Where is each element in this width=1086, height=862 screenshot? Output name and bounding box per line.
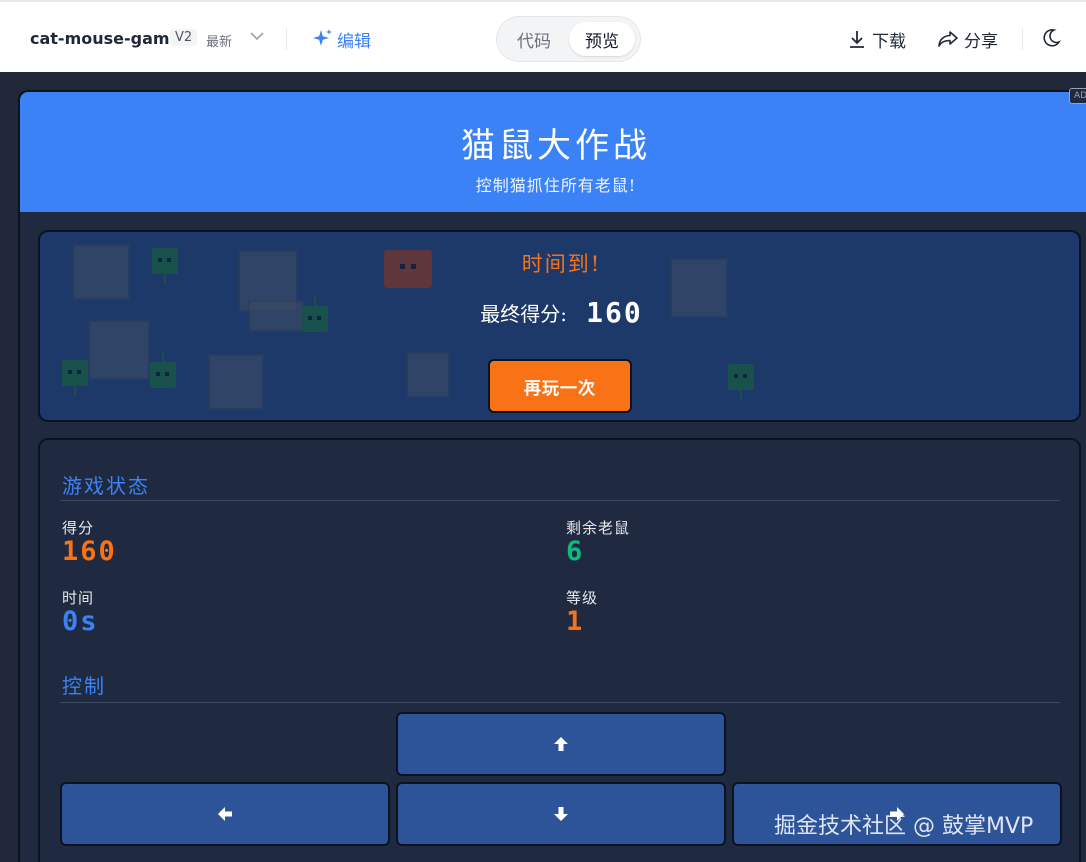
remaining-mice-label: 剩余老鼠 bbox=[566, 519, 631, 537]
version-badge: V2 bbox=[170, 29, 198, 46]
replay-button[interactable]: 再玩一次 bbox=[488, 359, 632, 413]
download-icon bbox=[850, 31, 864, 48]
move-up-button[interactable] bbox=[396, 712, 726, 776]
share-label: 分享 bbox=[964, 31, 998, 52]
game-subtitle: 控制猫抓住所有老鼠! bbox=[475, 176, 637, 195]
chevron-down-icon[interactable] bbox=[248, 27, 266, 45]
toolbar-divider bbox=[1022, 28, 1023, 50]
move-down-button[interactable] bbox=[396, 782, 726, 846]
time-up-message: 时间到! bbox=[521, 252, 602, 276]
top-toolbar: cat-mouse-game V2 最新 编辑 代码 预览 下载 分享 bbox=[0, 0, 1086, 72]
remaining-mice-value: 6 bbox=[566, 536, 585, 567]
sparkle-icon bbox=[313, 29, 332, 46]
score-label: 得分 bbox=[62, 519, 95, 537]
ad-badge[interactable]: AD bbox=[1069, 88, 1086, 104]
game-title: 猫鼠大作战 bbox=[461, 126, 651, 166]
section-divider bbox=[60, 500, 1060, 501]
tab-preview[interactable]: 预览 bbox=[569, 22, 635, 56]
section-divider bbox=[60, 702, 1060, 703]
move-left-button[interactable] bbox=[60, 782, 390, 846]
game-board[interactable]: 时间到! 最终得分: 160 再玩一次 bbox=[38, 230, 1081, 422]
arrow-left-icon bbox=[218, 807, 232, 821]
edit-button[interactable]: 编辑 bbox=[312, 26, 371, 52]
final-score-label: 最终得分: bbox=[480, 302, 568, 326]
game-header: 猫鼠大作战 控制猫抓住所有老鼠! bbox=[20, 92, 1086, 212]
share-button[interactable]: 分享 bbox=[936, 26, 998, 52]
toolbar-divider bbox=[286, 28, 287, 50]
download-label: 下载 bbox=[872, 31, 906, 52]
level-value: 1 bbox=[566, 606, 585, 637]
status-section-title: 游戏状态 bbox=[62, 474, 150, 498]
arrow-up-icon bbox=[554, 737, 568, 751]
watermark: 掘金技术社区 @ 鼓掌MVP bbox=[774, 814, 1034, 839]
download-button[interactable]: 下载 bbox=[846, 26, 906, 52]
project-name: cat-mouse-game bbox=[30, 29, 181, 48]
moon-icon[interactable] bbox=[1040, 27, 1062, 49]
time-value: 0s bbox=[62, 606, 99, 637]
view-toggle: 代码 预览 bbox=[496, 16, 641, 62]
version-status: 最新 bbox=[206, 35, 233, 50]
final-score-value: 160 bbox=[586, 296, 643, 329]
time-label: 时间 bbox=[62, 589, 95, 607]
share-icon bbox=[938, 31, 958, 47]
level-label: 等级 bbox=[566, 589, 599, 607]
status-panel: 游戏状态 得分 160 剩余老鼠 6 时间 0s 等级 1 控制 bbox=[38, 438, 1081, 862]
arrow-down-icon bbox=[554, 807, 568, 821]
controls-section-title: 控制 bbox=[62, 674, 106, 698]
final-score-row: 最终得分: 160 bbox=[40, 296, 1079, 329]
tab-code[interactable]: 代码 bbox=[501, 22, 567, 56]
score-value: 160 bbox=[62, 536, 117, 567]
edit-button-label: 编辑 bbox=[337, 31, 371, 52]
